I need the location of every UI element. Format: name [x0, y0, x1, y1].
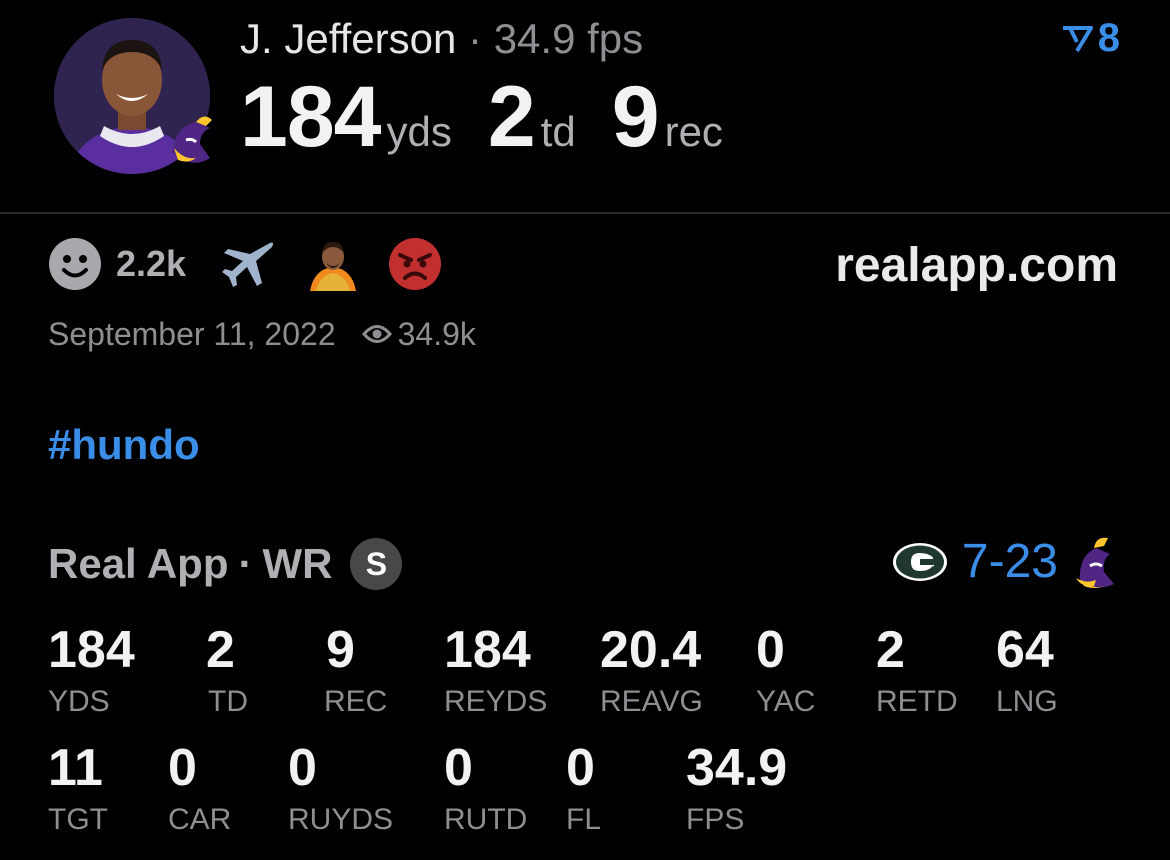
stat-td: 2 TD [190, 622, 248, 720]
stat-value: 64 [996, 621, 1054, 679]
stat-value: 0 [444, 739, 473, 797]
stat-label: CAR [168, 803, 232, 836]
post-meta: September 11, 2022 34.9k [48, 314, 476, 354]
stat-label: RUTD [444, 803, 528, 836]
airplane-icon[interactable] [220, 239, 276, 289]
stat-fl: 0 FL [566, 740, 601, 838]
player-header: J. Jefferson · 34.9 fps [240, 14, 643, 64]
source-app[interactable]: Real App [48, 536, 228, 592]
stat-value: 2 [206, 621, 235, 679]
site-link[interactable]: realapp.com [835, 236, 1118, 296]
stat-rutd: 0 RUTD [444, 740, 527, 838]
vikings-logo-icon [1076, 537, 1114, 588]
headline-yds-unit: yds [386, 108, 452, 155]
fantasy-points: 34.9 fps [493, 15, 644, 62]
player-name[interactable]: J. Jefferson [240, 15, 456, 62]
stat-tgt: 11 TGT [48, 740, 108, 838]
rank-arrow-icon [1062, 25, 1093, 52]
post-date: September 11, 2022 [48, 316, 336, 352]
stat-label: REYDS [444, 685, 548, 718]
drake-icon[interactable] [306, 237, 360, 291]
smiley-icon[interactable] [48, 237, 102, 291]
source-row: Real App · WR S [48, 536, 403, 592]
stat-value: 11 [48, 739, 103, 797]
reaction-count[interactable]: 2.2k [116, 243, 186, 285]
header-divider [0, 212, 1170, 214]
stat-value: 0 [168, 739, 197, 797]
stat-value: 0 [288, 739, 317, 797]
stat-value: 2 [876, 621, 905, 679]
stat-value: 20.4 [600, 621, 702, 679]
angry-face-icon[interactable] [388, 237, 442, 291]
stat-value: 184 [444, 621, 531, 679]
headline-td-unit: td [540, 108, 576, 155]
stat-label: TD [208, 685, 248, 718]
headline-rec-value: 9 [611, 69, 660, 165]
stat-value: 184 [48, 621, 135, 679]
stat-ruyds: 0 RUYDS [288, 740, 393, 838]
stat-label: FL [566, 803, 602, 836]
stat-label: FPS [686, 803, 745, 836]
stat-value: 34.9 [686, 739, 788, 797]
headline-yds-value: 184 [240, 69, 381, 165]
reactions-row: 2.2k [48, 236, 442, 292]
player-avatar[interactable] [48, 18, 216, 176]
status-badge: S [350, 538, 403, 590]
headline-stats: 184 yds 2 td 9 rec [240, 72, 759, 187]
stat-yac: 0 YAC [756, 622, 815, 720]
stat-rec: 9 REC [324, 622, 387, 720]
stat-value: 0 [756, 621, 785, 679]
view-count: 34.9k [397, 316, 476, 352]
stat-label: TGT [48, 803, 108, 836]
source-separator: · [238, 540, 253, 587]
stat-reavg: 20.4 REAVG [600, 622, 703, 720]
stat-label: LNG [996, 685, 1058, 718]
stat-yds: 184 YDS [48, 622, 135, 720]
stat-reyds: 184 REYDS [444, 622, 547, 720]
score-text: 7-23 [961, 535, 1058, 588]
packers-logo-icon [892, 543, 947, 581]
stat-retd: 2 RETD [876, 622, 958, 720]
stat-label: YAC [756, 685, 816, 718]
headline-rec-unit: rec [664, 108, 723, 155]
game-score[interactable]: 7-23 [892, 532, 1118, 592]
stat-label: YDS [48, 685, 110, 718]
stat-car: 0 CAR [168, 740, 231, 838]
eye-icon [361, 325, 392, 343]
headline-td-value: 2 [487, 69, 536, 165]
stat-label: REC [324, 685, 388, 718]
stat-label: RUYDS [288, 803, 394, 836]
rank-value: 8 [1097, 16, 1120, 60]
rank-badge[interactable]: 8 [1060, 16, 1120, 61]
hashtag-link[interactable]: #hundo [48, 420, 200, 470]
stat-label: RETD [876, 685, 958, 718]
stat-fps: 34.9 FPS [686, 740, 787, 838]
name-separator: · [468, 15, 483, 62]
stat-value: 0 [566, 739, 595, 797]
stat-lng: 64 LNG [996, 622, 1058, 720]
stat-label: REAVG [600, 685, 703, 718]
stat-value: 9 [326, 621, 355, 679]
player-position: WR [262, 540, 333, 587]
